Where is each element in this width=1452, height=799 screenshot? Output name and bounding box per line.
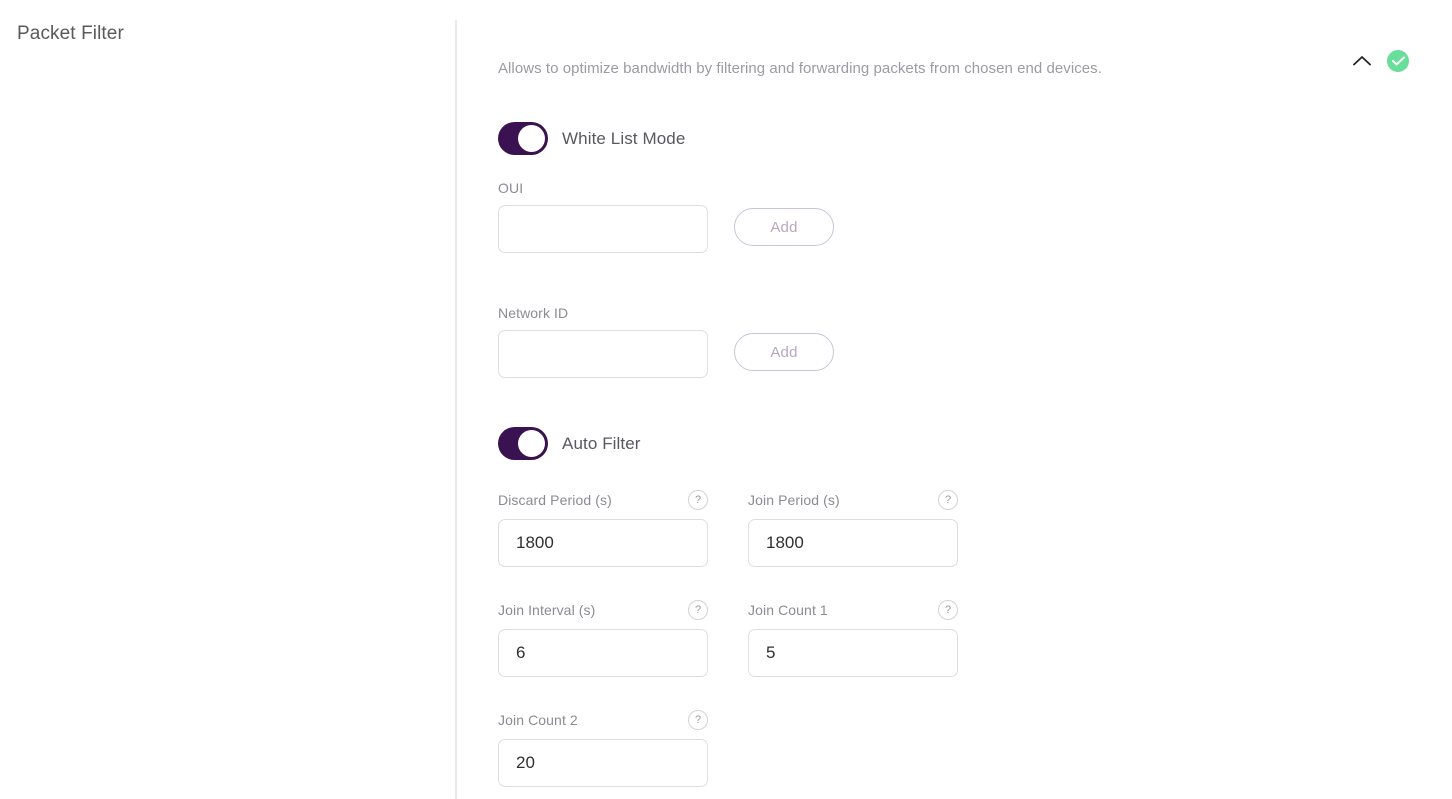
join-interval-input[interactable] xyxy=(498,629,708,677)
toggle-knob xyxy=(518,125,545,152)
join-count-1-label: Join Count 1 xyxy=(748,602,828,618)
page-title: Packet Filter xyxy=(17,23,124,44)
network-id-field-group: Network ID Add xyxy=(498,305,834,378)
join-period-input[interactable] xyxy=(748,519,958,567)
auto-filter-toggle[interactable] xyxy=(498,427,548,460)
join-count-2-field-group: Join Count 2 ? xyxy=(498,710,708,787)
left-pane: Packet Filter xyxy=(0,0,456,799)
join-interval-label-row: Join Interval (s) ? xyxy=(498,600,708,620)
white-list-mode-row: White List Mode xyxy=(498,122,685,155)
auto-filter-row: Auto Filter xyxy=(498,427,641,460)
join-count-1-input[interactable] xyxy=(748,629,958,677)
help-icon[interactable]: ? xyxy=(938,490,958,510)
join-count-1-field-group: Join Count 1 ? xyxy=(748,600,958,677)
help-icon[interactable]: ? xyxy=(688,600,708,620)
join-count-1-label-row: Join Count 1 ? xyxy=(748,600,958,620)
help-icon[interactable]: ? xyxy=(688,710,708,730)
network-id-label: Network ID xyxy=(498,305,569,321)
toggle-knob xyxy=(518,430,545,457)
white-list-mode-label: White List Mode xyxy=(562,128,686,148)
section-description: Allows to optimize bandwidth by filterin… xyxy=(498,60,1102,77)
join-period-field-group: Join Period (s) ? xyxy=(748,490,958,567)
chevron-up-icon xyxy=(1353,55,1371,66)
network-id-add-button[interactable]: Add xyxy=(734,333,834,371)
discard-period-label-row: Discard Period (s) ? xyxy=(498,490,708,510)
help-icon[interactable]: ? xyxy=(688,490,708,510)
oui-add-button[interactable]: Add xyxy=(734,208,834,246)
network-id-input[interactable] xyxy=(498,330,708,378)
oui-input[interactable] xyxy=(498,205,708,253)
status-badge xyxy=(1387,50,1409,72)
join-period-label-row: Join Period (s) ? xyxy=(748,490,958,510)
join-count-2-label: Join Count 2 xyxy=(498,712,578,728)
join-interval-field-group: Join Interval (s) ? xyxy=(498,600,708,677)
oui-field-group: OUI Add xyxy=(498,180,834,253)
join-count-2-label-row: Join Count 2 ? xyxy=(498,710,708,730)
white-list-mode-toggle[interactable] xyxy=(498,122,548,155)
join-interval-label: Join Interval (s) xyxy=(498,602,596,618)
check-circle-icon xyxy=(1391,56,1405,66)
discard-period-label: Discard Period (s) xyxy=(498,492,612,508)
packet-filter-page: Packet Filter Allows to optimize bandwid… xyxy=(0,0,1452,799)
discard-period-field-group: Discard Period (s) ? xyxy=(498,490,708,567)
collapse-section-button[interactable] xyxy=(1349,48,1375,72)
join-period-label: Join Period (s) xyxy=(748,492,840,508)
oui-label: OUI xyxy=(498,180,524,196)
discard-period-input[interactable] xyxy=(498,519,708,567)
help-icon[interactable]: ? xyxy=(938,600,958,620)
auto-filter-label: Auto Filter xyxy=(562,433,641,453)
settings-panel: Allows to optimize bandwidth by filterin… xyxy=(457,0,1452,799)
join-count-2-input[interactable] xyxy=(498,739,708,787)
